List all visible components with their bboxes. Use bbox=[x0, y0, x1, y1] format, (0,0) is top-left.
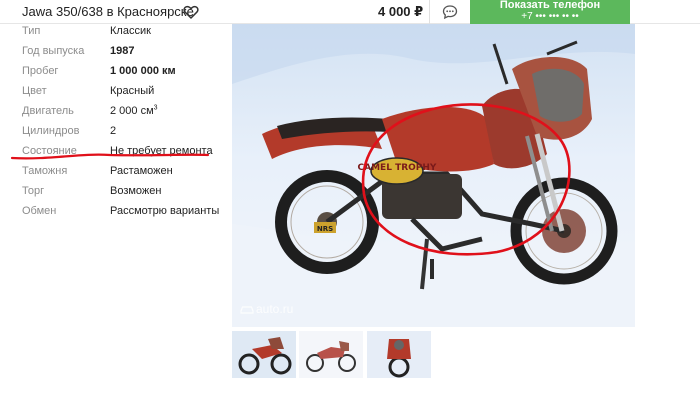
show-phone-label: Показать телефон bbox=[499, 0, 601, 11]
camel-badge-text: CAMEL TROPHY bbox=[358, 163, 437, 173]
thumbnail-1[interactable] bbox=[232, 331, 296, 378]
car-icon bbox=[240, 306, 254, 314]
chat-bubble-icon bbox=[442, 5, 458, 20]
spec-label: Обмен bbox=[22, 205, 57, 217]
red-underline-annotation bbox=[10, 153, 210, 160]
thumbnail-2[interactable] bbox=[299, 331, 363, 378]
photo-watermark: auto.ru bbox=[240, 302, 293, 316]
watermark-text: auto.ru bbox=[256, 302, 294, 316]
spec-row-exchange: Обмен Рассмотрю варианты bbox=[22, 201, 222, 221]
plate-text: NRS bbox=[317, 225, 333, 233]
main-photo[interactable]: CAMEL TROPHY NRS bbox=[232, 24, 635, 327]
spec-value: Возможен bbox=[110, 185, 162, 197]
spec-label: Торг bbox=[22, 185, 45, 197]
listing-price: 4 000 ₽ bbox=[378, 4, 424, 19]
masked-phone-number: +7 ••• ••• •• •• bbox=[521, 11, 579, 22]
show-phone-button[interactable]: Показать телефон +7 ••• ••• •• •• bbox=[470, 0, 630, 24]
spec-value: Рассмотрю варианты bbox=[110, 205, 220, 217]
spec-row-bargain: Торг Возможен bbox=[22, 181, 222, 201]
chat-button[interactable] bbox=[430, 0, 470, 24]
thumbnail-3[interactable] bbox=[367, 331, 431, 378]
